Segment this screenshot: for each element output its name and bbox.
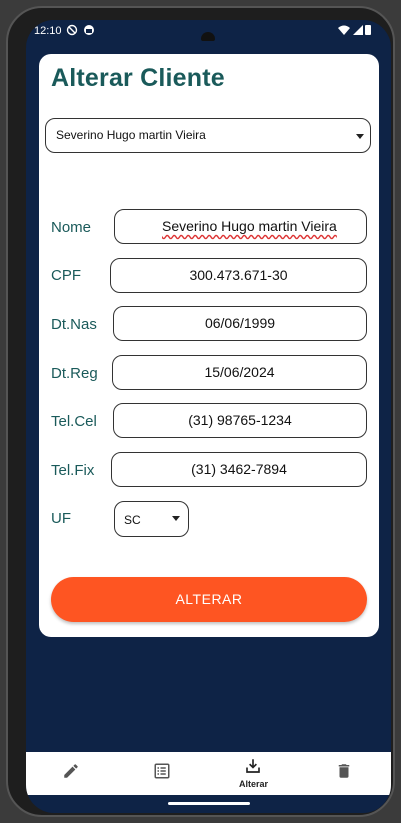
status-time: 12:10 xyxy=(34,25,62,37)
nav-item-label: Alterar xyxy=(238,779,268,789)
uf-select[interactable]: SC xyxy=(114,501,189,537)
client-select[interactable]: Severino Hugo martin Vieira xyxy=(45,118,371,153)
list-icon xyxy=(154,763,170,779)
app-notification-icon xyxy=(84,25,94,35)
page-title: Alterar Cliente xyxy=(51,64,225,92)
shield-icon xyxy=(66,24,78,36)
dtnas-field[interactable]: 06/06/1999 xyxy=(113,306,367,341)
dtnas-label: Dt.Nas xyxy=(51,316,97,333)
battery-icon xyxy=(365,25,371,35)
client-select-value: Severino Hugo martin Vieira xyxy=(56,128,206,142)
dtreg-field[interactable]: 15/06/2024 xyxy=(112,355,367,390)
trash-icon xyxy=(338,764,350,778)
uf-label: UF xyxy=(51,510,71,527)
telcel-field[interactable]: (31) 98765-1234 xyxy=(113,403,367,438)
form-card: Alterar Cliente Severino Hugo martin Vie… xyxy=(39,54,379,637)
pencil-icon xyxy=(64,764,78,778)
cpf-label: CPF xyxy=(51,267,81,284)
telcel-label: Tel.Cel xyxy=(51,413,97,430)
chevron-down-icon xyxy=(356,134,364,139)
telfix-label: Tel.Fix xyxy=(51,462,95,479)
bottom-navigation: Alterar xyxy=(26,752,391,795)
nome-field-value: Severino Hugo martin Vieira xyxy=(162,218,337,234)
wifi-icon xyxy=(338,25,350,35)
nav-item-delete[interactable] xyxy=(299,752,390,795)
nav-item-list[interactable] xyxy=(117,752,208,795)
phone-frame: 12:10 Alterar Cliente Severino Hugo mart… xyxy=(6,6,395,817)
nav-item-alterar[interactable]: Alterar xyxy=(208,752,299,795)
nav-item-edit[interactable] xyxy=(26,752,117,795)
screen: 12:10 Alterar Cliente Severino Hugo mart… xyxy=(26,20,391,813)
cpf-field[interactable]: 300.473.671-30 xyxy=(110,258,367,293)
alterar-button[interactable]: ALTERAR xyxy=(51,577,367,622)
download-tray-icon xyxy=(246,759,260,773)
uf-select-value: SC xyxy=(124,513,141,527)
signal-icon xyxy=(353,25,363,35)
nome-label: Nome xyxy=(51,219,92,236)
nome-field[interactable]: Severino Hugo martin Vieira xyxy=(114,209,367,244)
home-indicator[interactable] xyxy=(168,802,250,805)
dtreg-label: Dt.Reg xyxy=(51,365,98,382)
front-camera xyxy=(201,32,215,41)
telfix-field[interactable]: (31) 3462-7894 xyxy=(111,452,367,487)
status-bar: 12:10 xyxy=(26,20,391,44)
chevron-down-icon xyxy=(172,516,180,521)
